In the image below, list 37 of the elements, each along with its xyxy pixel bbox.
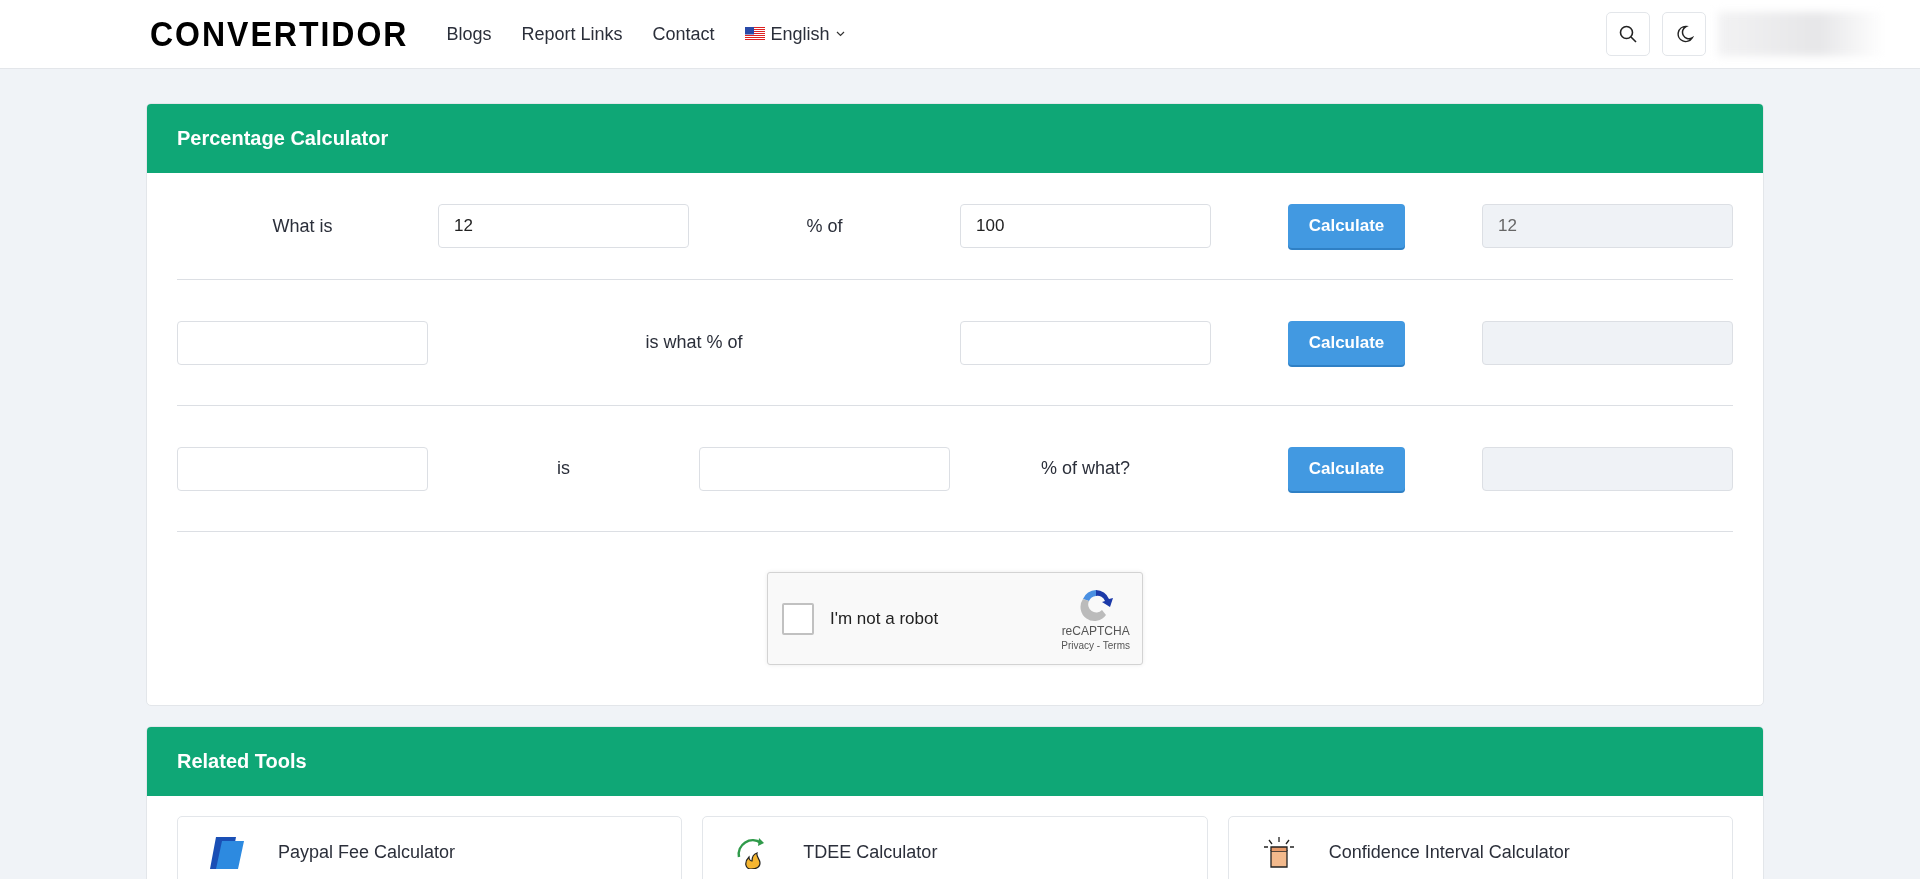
- captcha-brand: reCAPTCHA: [1061, 624, 1130, 638]
- number-input-field[interactable]: [699, 446, 950, 491]
- card-title: Related Tools: [177, 750, 307, 773]
- tool-name: TDEE Calculator: [803, 841, 938, 863]
- language-selector[interactable]: English: [744, 23, 845, 45]
- result-field[interactable]: 12: [1482, 204, 1733, 248]
- search-button[interactable]: [1606, 12, 1650, 56]
- nav-link[interactable]: Report Links: [521, 23, 623, 45]
- dark-mode-button[interactable]: [1662, 12, 1706, 56]
- calculator-label: % of: [805, 215, 844, 237]
- tool-card[interactable]: TDEE Calculator: [702, 816, 1208, 879]
- result-field[interactable]: [1482, 320, 1733, 365]
- number-input-field[interactable]: [177, 320, 428, 365]
- calculator-label: is what % of: [644, 332, 744, 353]
- number-input-field[interactable]: [960, 320, 1211, 365]
- card-title: Percentage Calculator: [177, 127, 389, 150]
- tool-card[interactable]: Confidence Interval Calculator: [1227, 816, 1733, 879]
- tool-name: Confidence Interval Calculator: [1328, 841, 1570, 863]
- nav-link[interactable]: Contact: [652, 23, 715, 45]
- captcha-label: I'm not a robot: [830, 608, 940, 629]
- nav-link[interactable]: Blogs: [446, 23, 492, 45]
- number-input-field[interactable]: [177, 446, 428, 491]
- number-input-field[interactable]: 12: [438, 204, 689, 248]
- captcha-links[interactable]: Privacy - Terms: [1061, 640, 1130, 651]
- calculator-label: % of what?: [1039, 458, 1132, 479]
- tool-card[interactable]: Paypal Fee Calculator: [177, 816, 683, 879]
- moon-icon: [1674, 24, 1694, 44]
- tool-name: Paypal Fee Calculator: [278, 841, 456, 863]
- captcha-checkbox[interactable]: [782, 602, 814, 635]
- site-logo[interactable]: CONVERTIDOR: [150, 13, 409, 55]
- calculator-label: is: [556, 458, 571, 479]
- result-field[interactable]: [1482, 446, 1733, 491]
- calculator-label: What is: [271, 215, 334, 237]
- search-icon: [1618, 24, 1638, 44]
- number-input-field[interactable]: 100: [960, 204, 1211, 248]
- chevron-down-icon: [835, 31, 845, 37]
- flag-icon: [744, 27, 765, 41]
